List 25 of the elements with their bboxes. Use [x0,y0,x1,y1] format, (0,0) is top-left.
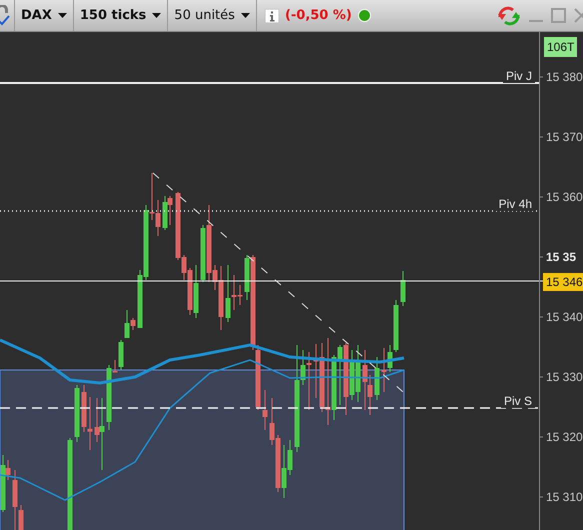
sync-icon[interactable] [497,4,521,26]
price-change: (-0,50 %) [284,8,352,23]
pivot-label: Piv J [502,69,535,83]
maximize-icon[interactable] [551,8,566,23]
price-label: 15 340 [546,310,583,324]
instrument-dropdown[interactable]: DAX [21,8,67,23]
check-icon[interactable] [0,4,10,26]
caret-icon [240,13,250,18]
price-label: 15 35 [546,250,576,264]
price-label: 15 360 [546,190,583,204]
price-label: 15 330 [546,370,583,384]
close-icon[interactable] [574,8,583,23]
price-label: 15 310 [546,490,583,504]
last-price-tag: 15 346 [543,273,583,291]
bar-count-badge: 106T [544,37,578,57]
price-label: 15 320 [546,430,583,444]
price-label: 15 370 [546,130,583,144]
caret-icon [152,13,162,18]
price-label: 15 380 [546,70,583,84]
quantity-dropdown[interactable]: 50 unités [174,8,250,23]
pivot-label: Piv 4h [496,197,535,211]
pivot-label: Piv S [500,394,535,408]
info-icon[interactable] [264,8,279,22]
caret-icon [58,13,67,18]
interval-dropdown[interactable]: 150 ticks [80,8,162,23]
